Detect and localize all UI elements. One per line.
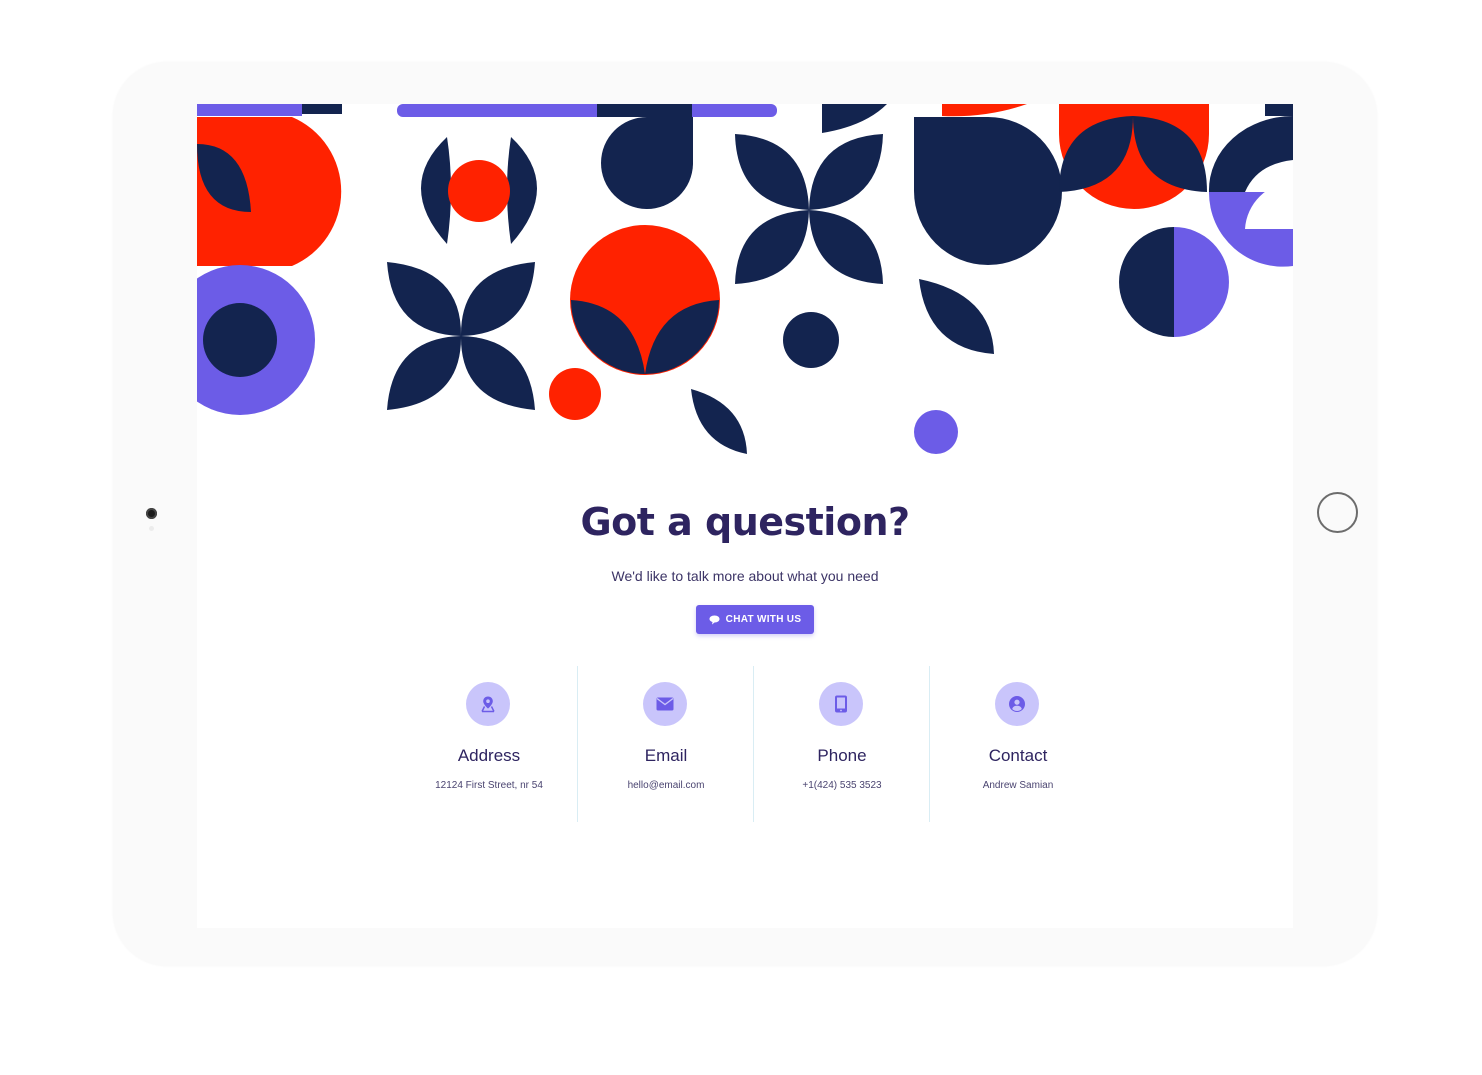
email-value: hello@email.com: [627, 780, 705, 791]
tablet-screen: Got a question? We'd like to talk more a…: [197, 104, 1293, 928]
contact-value: Andrew Samian: [982, 780, 1054, 791]
address-icon-badge: [466, 682, 510, 726]
address-title: Address: [457, 746, 521, 765]
tablet-icon: [835, 695, 847, 713]
home-button[interactable]: [1317, 492, 1358, 533]
phone-title: Phone: [817, 746, 867, 765]
envelope-icon: [656, 697, 674, 711]
phone-card: Phone +1(424) 535 3523: [753, 666, 930, 822]
chat-with-us-button[interactable]: CHAT WITH US: [696, 605, 814, 634]
chat-button-label: CHAT WITH US: [725, 614, 802, 625]
contact-card: Contact Andrew Samian: [929, 666, 1106, 822]
address-value: 12124 First Street, nr 54: [435, 780, 543, 791]
phone-icon-badge: [819, 682, 863, 726]
email-title: Email: [644, 746, 688, 765]
camera-lens: [146, 508, 157, 519]
address-card: Address 12124 First Street, nr 54: [401, 666, 577, 822]
email-card: Email hello@email.com: [577, 666, 754, 822]
chat-bubble-icon: [709, 615, 720, 624]
camera-sensor: [149, 526, 154, 531]
page-subtitle: We'd like to talk more about what you ne…: [611, 568, 879, 584]
phone-value: +1(424) 535 3523: [802, 780, 882, 791]
contact-title: Contact: [988, 746, 1048, 765]
user-icon: [1009, 696, 1025, 712]
contact-info-row: Address 12124 First Street, nr 54 Email …: [401, 666, 1107, 822]
page-title: Got a question?: [580, 500, 910, 544]
map-pin-icon: [481, 696, 495, 713]
geometric-hero-pattern: [197, 104, 1293, 454]
email-icon-badge: [643, 682, 687, 726]
contact-icon-badge: [995, 682, 1039, 726]
